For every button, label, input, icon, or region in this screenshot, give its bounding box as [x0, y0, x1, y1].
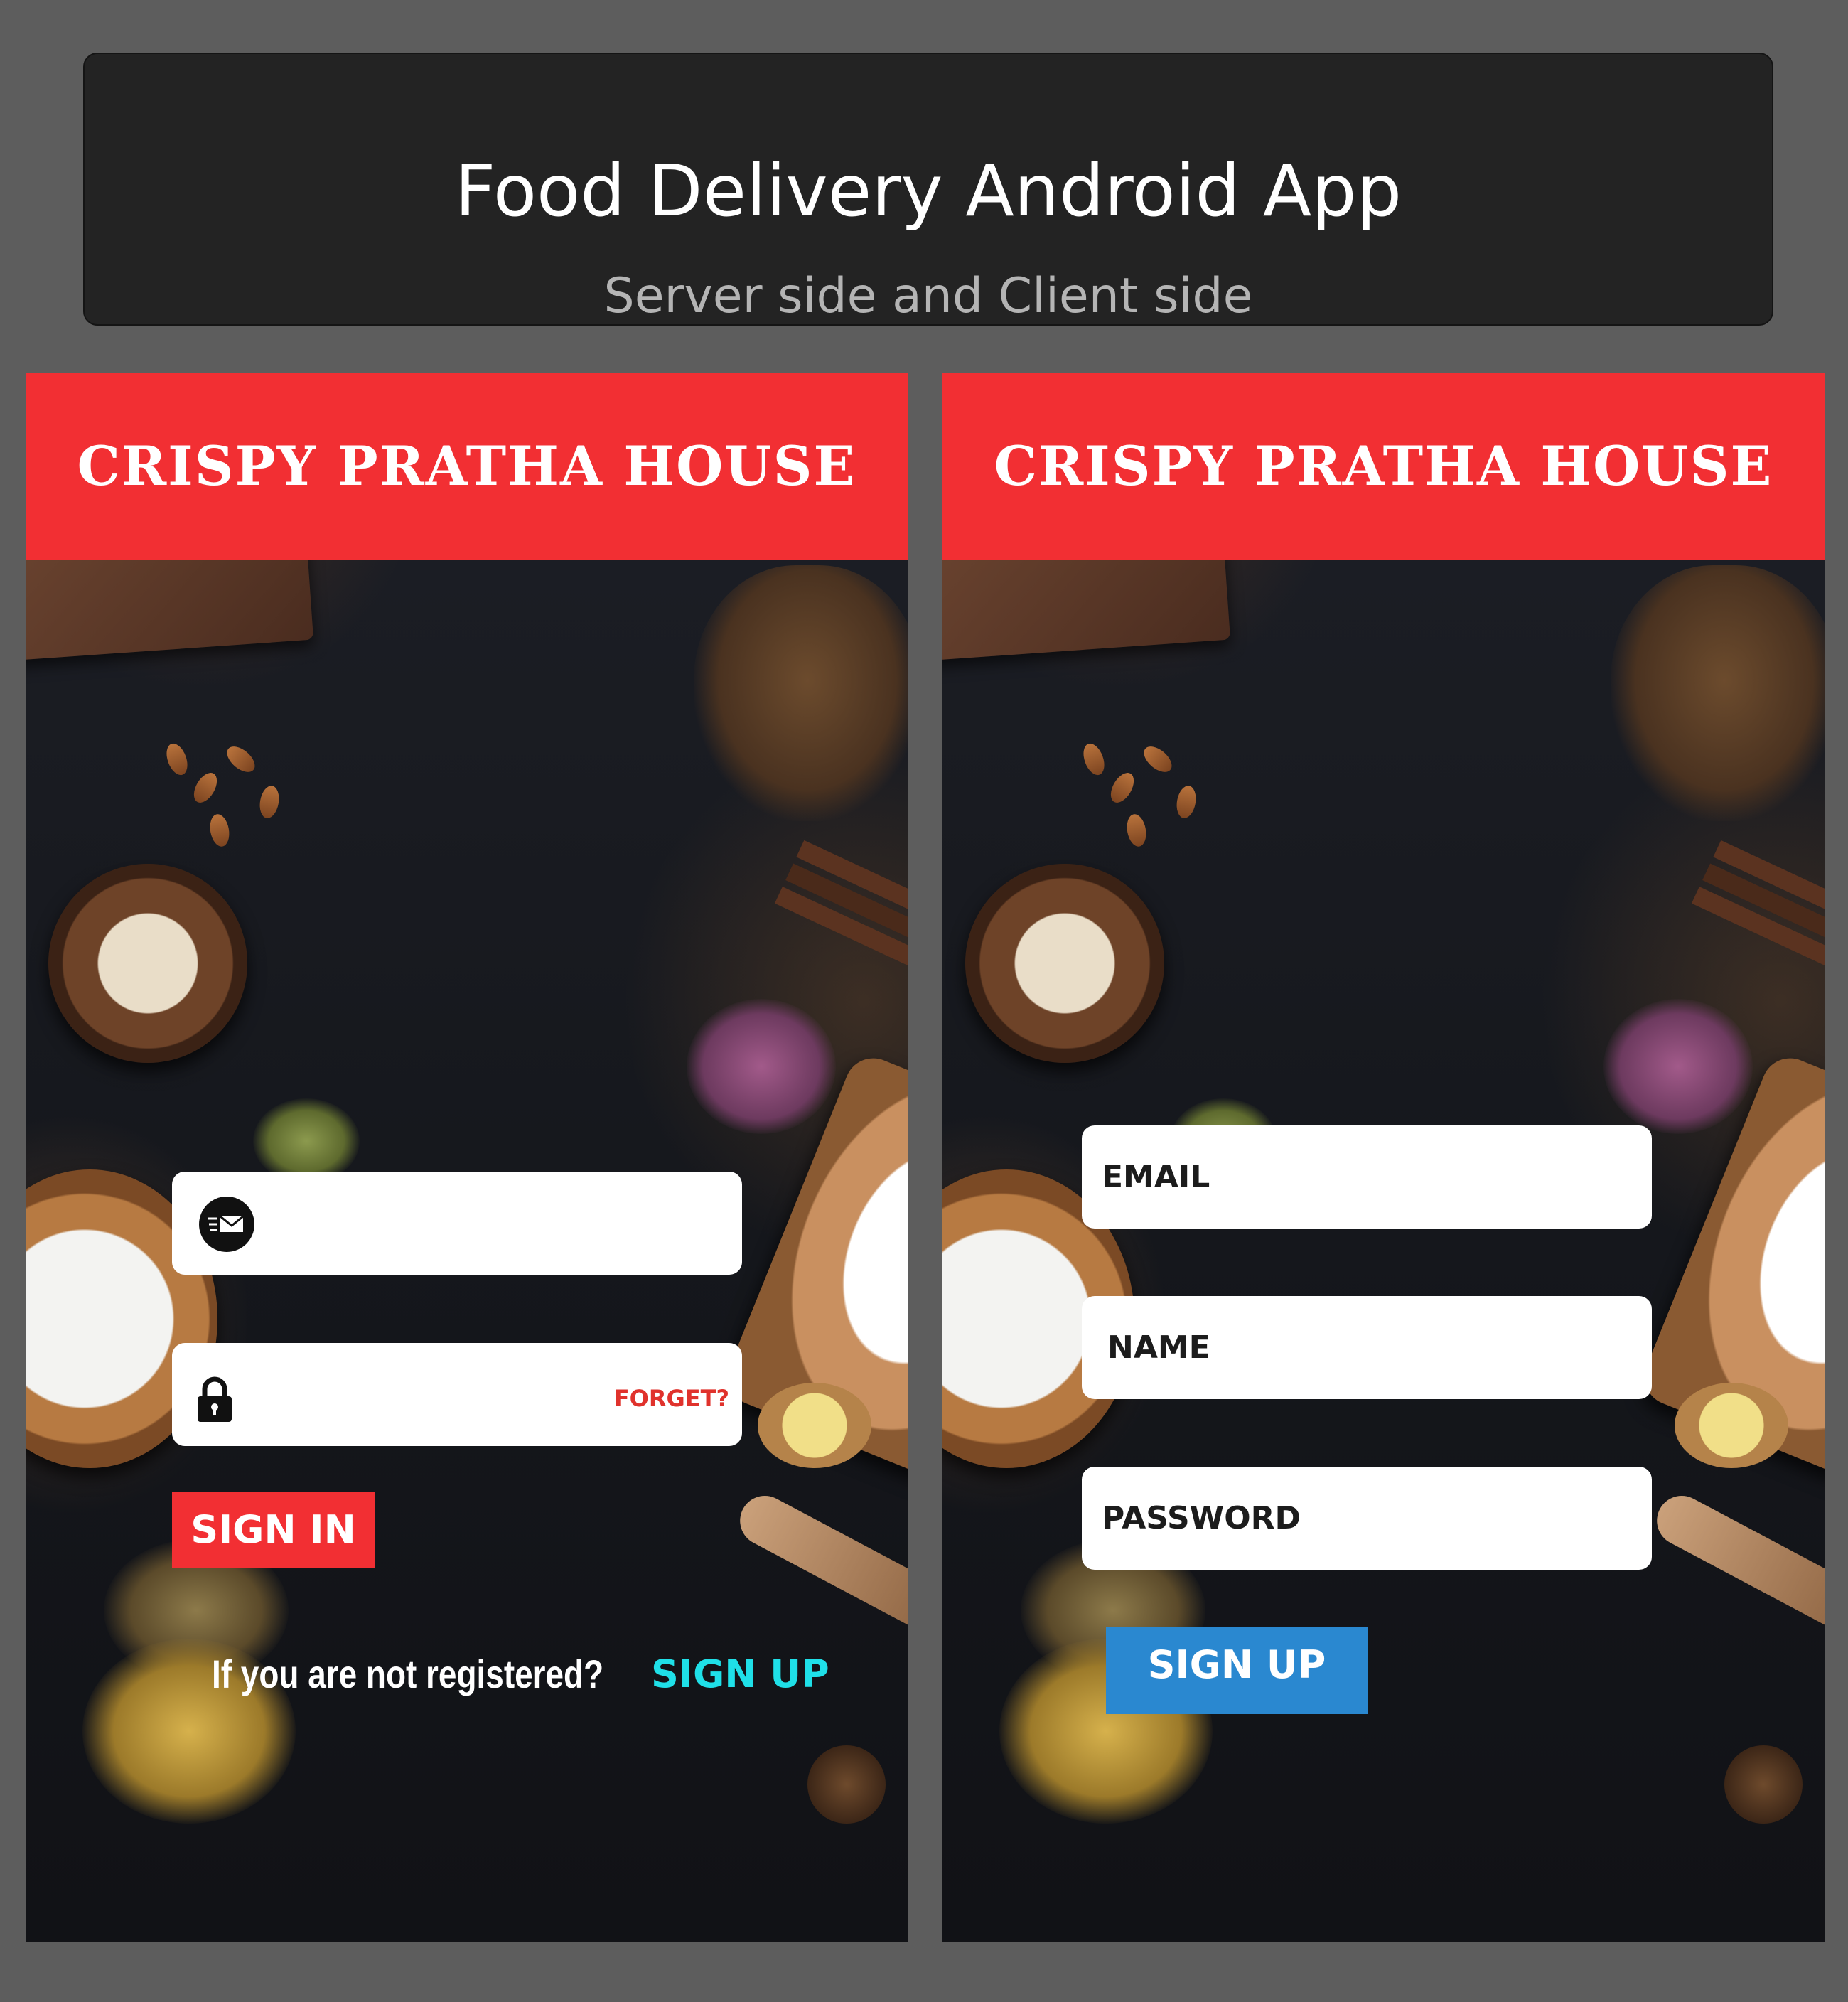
almond-image [189, 769, 222, 807]
grain-pile-image [1611, 565, 1825, 821]
almond-image [162, 740, 192, 778]
almond-image [1106, 769, 1139, 807]
sign-up-screen: CRISPY PRATHA HOUSE EMAIL NAME PASSWORD … [942, 373, 1825, 1942]
pine-cone-image [1724, 1745, 1803, 1824]
email-icon [199, 1197, 254, 1252]
almond-image [222, 742, 259, 777]
sign-up-link[interactable]: SIGN UP [651, 1646, 829, 1703]
almond-image [1124, 813, 1149, 848]
banner-title: Food Delivery Android App [454, 149, 1402, 232]
pine-cone-image [807, 1745, 886, 1824]
password-input[interactable]: FORGET? [172, 1343, 742, 1446]
purple-sprinkles-image [687, 999, 836, 1134]
bowl-image [48, 864, 247, 1063]
password-placeholder: PASSWORD [1102, 1500, 1301, 1536]
email-placeholder: EMAIL [1102, 1159, 1210, 1195]
email-field[interactable]: EMAIL [1082, 1125, 1652, 1228]
cinnamon-sticks-image [1713, 840, 1825, 921]
banner-subtitle: Server side and Client side [603, 268, 1253, 324]
honey-dipper-image [731, 1487, 908, 1642]
name-field[interactable]: NAME [1082, 1296, 1652, 1399]
sign-up-button[interactable]: SIGN UP [1106, 1627, 1368, 1714]
email-input[interactable] [172, 1172, 742, 1275]
cinnamon-sticks-image [796, 840, 908, 921]
forgot-password-link[interactable]: FORGET? [614, 1384, 729, 1413]
name-placeholder: NAME [1107, 1329, 1210, 1366]
app-header: CRISPY PRATHA HOUSE [26, 373, 908, 560]
password-field[interactable]: PASSWORD [1082, 1467, 1652, 1570]
butter-spoon-image [758, 1383, 871, 1468]
butter-spoon-image [1675, 1383, 1788, 1468]
sign-in-button[interactable]: SIGN IN [172, 1492, 375, 1568]
bowl-image [965, 864, 1164, 1063]
almond-image [208, 813, 232, 848]
almond-image [1079, 740, 1109, 778]
sign-in-screen: CRISPY PRATHA HOUSE FORGET? SIGN IN If y… [26, 373, 908, 1942]
grain-pile-image [694, 565, 908, 821]
almond-image [1139, 742, 1176, 777]
purple-sprinkles-image [1603, 999, 1753, 1134]
almond-image [1174, 784, 1198, 820]
green-seeds-image [253, 1098, 360, 1184]
title-banner: Food Delivery Android App Server side an… [83, 53, 1773, 326]
lock-icon [193, 1375, 236, 1425]
honey-dipper-image [1648, 1487, 1825, 1642]
app-header: CRISPY PRATHA HOUSE [942, 373, 1825, 560]
register-prompt: If you are not registered? [212, 1652, 604, 1696]
almond-image [257, 784, 281, 820]
